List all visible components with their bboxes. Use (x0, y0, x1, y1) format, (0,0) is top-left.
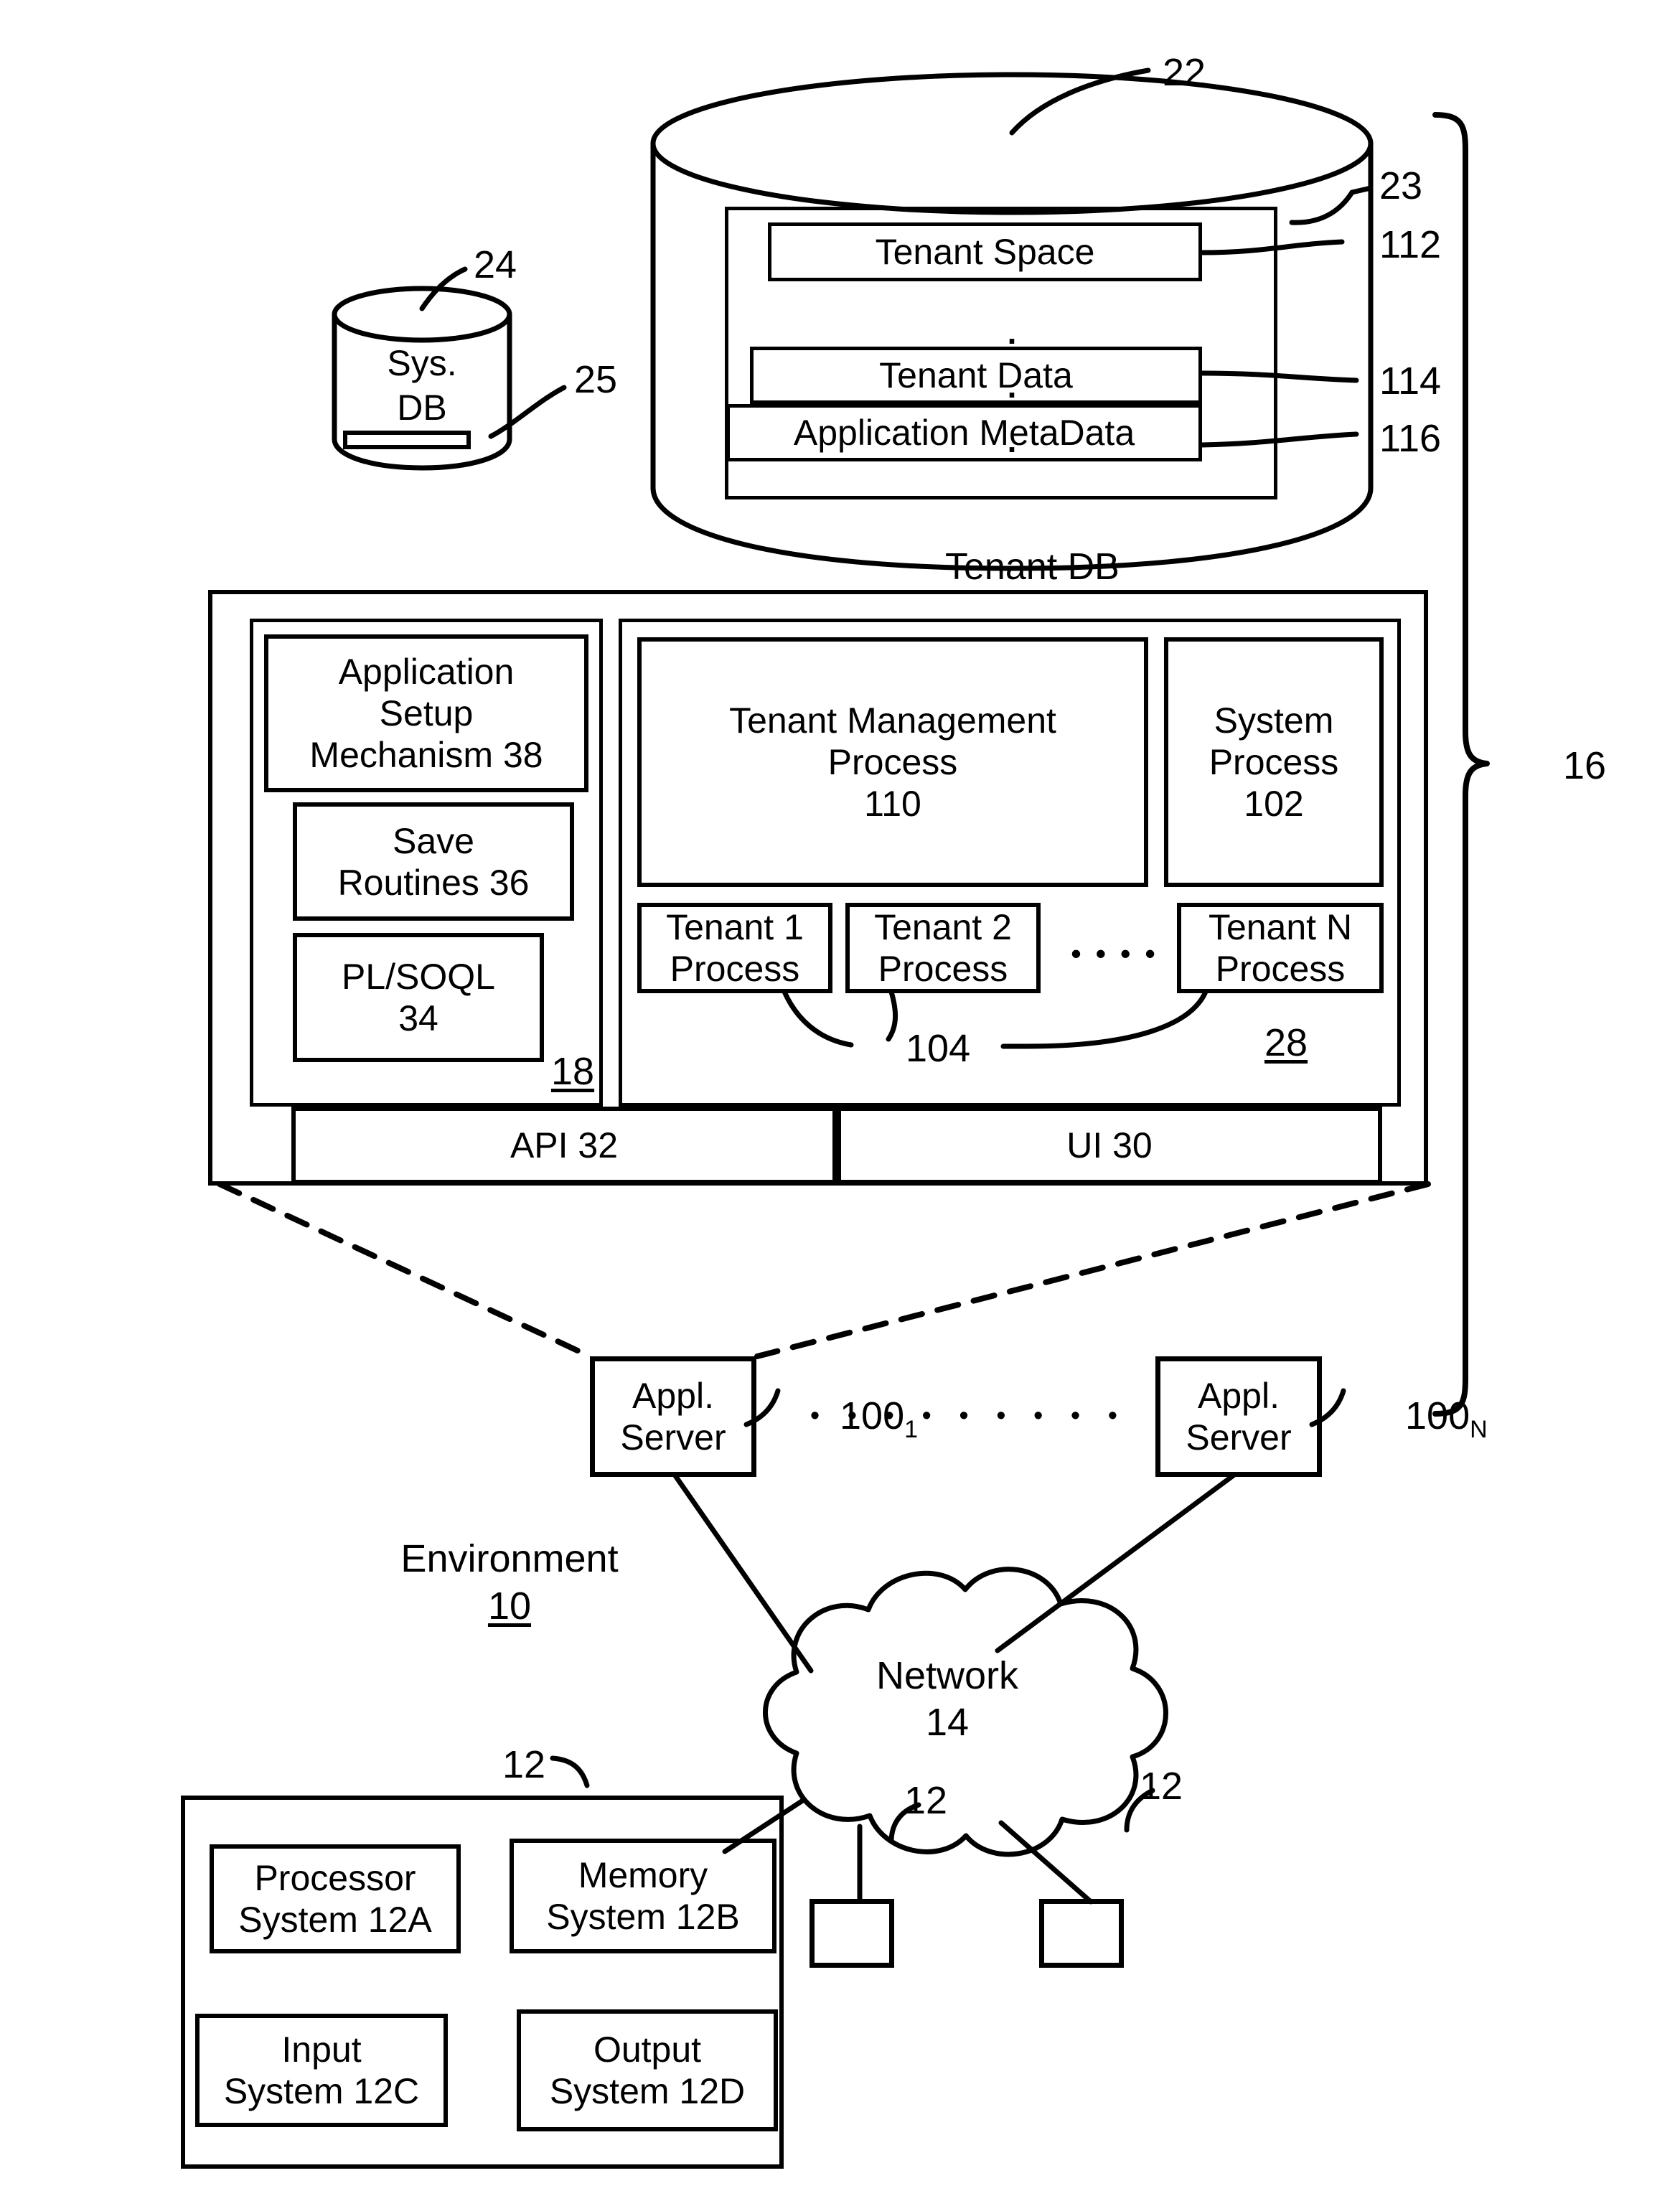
tenant-n-process-label: Tenant N Process (1208, 907, 1353, 989)
tenant-1-process-label: Tenant 1 Process (666, 907, 804, 989)
ref-24: 24 (474, 243, 517, 286)
ui-30-label: UI 30 (1066, 1125, 1153, 1165)
output-system-label: Output System 12D (549, 2029, 746, 2111)
tenant-2-process-label: Tenant 2 Process (874, 907, 1012, 989)
save-routines-box: Save Routines 36 (293, 802, 574, 921)
appl-server-1-box: Appl. Server (590, 1356, 756, 1477)
ref-100-n: 100N (1405, 1394, 1488, 1443)
ref-12-terminal-1: 12 (904, 1779, 948, 1822)
processor-system-label: Processor System 12A (238, 1858, 432, 1940)
tenant-space-box: Tenant Space (768, 222, 1202, 281)
ref-23: 23 (1379, 164, 1423, 207)
patent-figure: Tenant Space . . . Tenant Data Applicati… (0, 0, 1680, 2201)
environment-label: Environment (400, 1537, 619, 1580)
sys-db-line1: Sys. (387, 343, 457, 383)
tenant-space-label: Tenant Space (875, 232, 1095, 272)
memory-system-label: Memory System 12B (546, 1855, 740, 1937)
network-label-line2: 14 (925, 1701, 970, 1744)
tenant-1-process-box: Tenant 1 Process (637, 903, 832, 993)
application-metadata-box: Application MetaData (726, 404, 1202, 461)
pl-soql-label: PL/SOQL 34 (342, 957, 495, 1038)
memory-system-box: Memory System 12B (510, 1839, 776, 1953)
sys-db-line2: DB (397, 388, 447, 428)
ref-12-terminal-2: 12 (1140, 1765, 1183, 1808)
leader-24 (419, 266, 468, 311)
appl-server-n-label: Appl. Server (1186, 1376, 1292, 1458)
ref-16: 16 (1563, 744, 1607, 787)
save-routines-label: Save Routines 36 (337, 820, 530, 903)
ref-25: 25 (574, 358, 618, 401)
line-appservern-to-network (995, 1472, 1237, 1653)
system-process-label: System Process 102 (1209, 700, 1339, 824)
ref-114: 114 (1379, 360, 1442, 403)
ui-30-box: UI 30 (837, 1107, 1382, 1184)
output-system-box: Output System 12D (517, 2009, 778, 2131)
terminal-1-box (810, 1899, 894, 1968)
tenant-n-process-box: Tenant N Process (1177, 903, 1384, 993)
pl-soql-box: PL/SOQL 34 (293, 933, 544, 1062)
tenant-2-process-box: Tenant 2 Process (845, 903, 1041, 993)
dashed-projection-lines (217, 1181, 1431, 1359)
input-system-box: Input System 12C (195, 2014, 448, 2127)
tenant-data-box: Tenant Data (750, 347, 1202, 404)
application-metadata-label: Application MetaData (793, 413, 1135, 453)
leader-23 (1289, 189, 1355, 225)
application-setup-mechanism-box: Application Setup Mechanism 38 (264, 634, 588, 792)
line-network-to-terminal-2 (998, 1820, 1094, 1905)
leader-22 (1009, 67, 1151, 136)
tenant-management-process-label: Tenant Management Process 110 (729, 700, 1056, 824)
api-32-box: API 32 (291, 1107, 837, 1184)
ref-18: 18 (551, 1050, 595, 1093)
sys-db-band (343, 431, 471, 449)
appl-server-n-box: Appl. Server (1155, 1356, 1322, 1477)
network-label-line1: Network (876, 1654, 1019, 1697)
app-servers-ellipsis: • • • • • • • • • (810, 1401, 1128, 1431)
ref-12-user-system: 12 (502, 1743, 546, 1786)
ref-112: 112 (1379, 223, 1442, 266)
ref-22: 22 (1163, 51, 1206, 94)
application-setup-mechanism-label: Application Setup Mechanism 38 (309, 652, 543, 775)
environment-ref: 10 (487, 1585, 532, 1628)
processor-system-box: Processor System 12A (210, 1844, 461, 1953)
ref-104: 104 (906, 1027, 971, 1070)
ref-116: 116 (1379, 417, 1442, 460)
bracket-16 (1432, 112, 1490, 1417)
ref-28: 28 (1264, 1021, 1308, 1064)
input-system-label: Input System 12C (223, 2029, 420, 2111)
leader-12-usersystem (550, 1755, 590, 1788)
terminal-2-box (1039, 1899, 1124, 1968)
appl-server-1-label: Appl. Server (620, 1376, 726, 1458)
api-32-label: API 32 (510, 1125, 619, 1165)
line-appserver1-to-network (672, 1472, 814, 1674)
tenant-process-ellipsis: • • • • (1071, 937, 1158, 970)
tenant-management-process-box: Tenant Management Process 110 (637, 637, 1148, 887)
tenant-data-label: Tenant Data (879, 355, 1073, 395)
system-process-box: System Process 102 (1164, 637, 1384, 887)
